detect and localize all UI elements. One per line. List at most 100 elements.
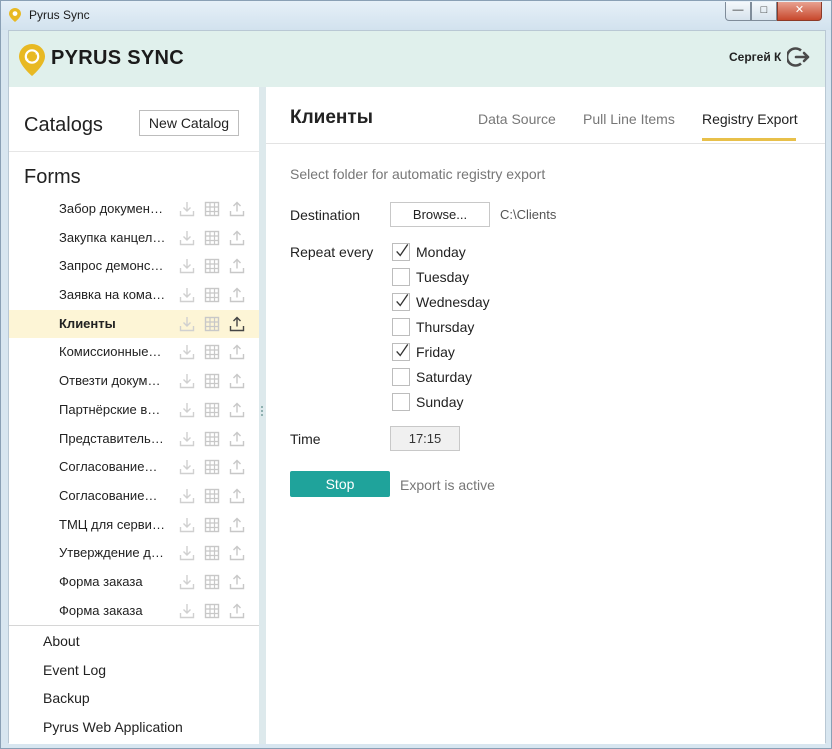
form-item[interactable]: Форма заказа: [9, 597, 259, 626]
sidebar-divider: [9, 151, 259, 152]
table-grid-icon[interactable]: [204, 603, 220, 619]
upload-icon[interactable]: [229, 373, 245, 389]
table-grid-icon[interactable]: [204, 431, 220, 447]
weekday-checkbox[interactable]: [392, 243, 410, 261]
pyrus-web-app-link[interactable]: Pyrus Web Application: [43, 718, 183, 747]
upload-icon[interactable]: [229, 459, 245, 475]
download-icon[interactable]: [179, 316, 195, 332]
weekday-checkbox[interactable]: [392, 343, 410, 361]
table-grid-icon[interactable]: [204, 201, 220, 217]
weekday-label: Sunday: [416, 394, 464, 410]
table-grid-icon[interactable]: [204, 402, 220, 418]
app-header: PYRUS SYNC Сергей К: [9, 31, 825, 87]
download-icon[interactable]: [179, 574, 195, 590]
upload-icon[interactable]: [229, 488, 245, 504]
page-title: Клиенты: [290, 107, 373, 128]
weekday-checkbox[interactable]: [392, 368, 410, 386]
weekday-checkbox[interactable]: [392, 318, 410, 336]
splitter-grip-icon[interactable]: [261, 406, 264, 420]
form-item[interactable]: Забор докумен…: [9, 195, 259, 224]
pyrus-pin-icon: [9, 8, 21, 22]
form-item-label: Отвезти докум…: [59, 373, 161, 389]
weekday-checkbox[interactable]: [392, 393, 410, 411]
form-item-label: Закупка канцел…: [59, 229, 166, 245]
table-grid-icon[interactable]: [204, 517, 220, 533]
form-item[interactable]: Закупка канцел…: [9, 224, 259, 253]
form-item[interactable]: Партнёрские в…: [9, 396, 259, 425]
form-item[interactable]: Отвезти докум…: [9, 367, 259, 396]
form-item[interactable]: Клиенты: [9, 309, 259, 339]
form-item[interactable]: Форма заказа: [9, 568, 259, 597]
new-catalog-button[interactable]: New Catalog: [139, 110, 239, 136]
form-item[interactable]: Представитель…: [9, 425, 259, 454]
logout-icon[interactable]: [787, 46, 811, 68]
browse-button[interactable]: Browse...: [390, 202, 490, 227]
table-grid-icon[interactable]: [204, 545, 220, 561]
tab-data-source[interactable]: Data Source: [478, 111, 556, 127]
destination-label: Destination: [290, 207, 361, 223]
close-button[interactable]: ✕: [777, 2, 822, 21]
maximize-button[interactable]: □: [751, 2, 777, 21]
weekday-checkbox[interactable]: [392, 293, 410, 311]
download-icon[interactable]: [179, 431, 195, 447]
event-log-link[interactable]: Event Log: [43, 661, 183, 690]
download-icon[interactable]: [179, 201, 195, 217]
catalogs-heading: Catalogs: [24, 114, 103, 136]
upload-icon[interactable]: [229, 574, 245, 590]
upload-icon[interactable]: [229, 258, 245, 274]
form-item-label: Клиенты: [59, 315, 116, 331]
upload-icon[interactable]: [229, 344, 245, 360]
upload-icon[interactable]: [229, 603, 245, 619]
upload-icon[interactable]: [229, 545, 245, 561]
form-item[interactable]: Заявка на кома…: [9, 281, 259, 310]
tab-registry-export[interactable]: Registry Export: [702, 111, 798, 127]
download-icon[interactable]: [179, 603, 195, 619]
weekday-checkbox[interactable]: [392, 268, 410, 286]
destination-path: C:\Clients: [500, 207, 557, 222]
upload-icon[interactable]: [229, 230, 245, 246]
tabs-divider: [266, 143, 825, 144]
upload-icon[interactable]: [229, 287, 245, 303]
form-item-label: Комиссионные…: [59, 344, 162, 360]
table-grid-icon[interactable]: [204, 574, 220, 590]
about-link[interactable]: About: [43, 632, 183, 661]
table-grid-icon[interactable]: [204, 373, 220, 389]
minimize-button[interactable]: —: [725, 2, 751, 21]
stop-button[interactable]: Stop: [290, 471, 390, 497]
upload-icon[interactable]: [229, 431, 245, 447]
table-grid-icon[interactable]: [204, 344, 220, 360]
download-icon[interactable]: [179, 517, 195, 533]
app-window: Pyrus Sync — □ ✕ PYRUS SYNC Сергей К Cat…: [0, 0, 832, 749]
upload-icon[interactable]: [229, 402, 245, 418]
download-icon[interactable]: [179, 373, 195, 389]
form-item-label: Утверждение д…: [59, 545, 164, 561]
form-item[interactable]: Согласование…: [9, 482, 259, 511]
download-icon[interactable]: [179, 402, 195, 418]
table-grid-icon[interactable]: [204, 316, 220, 332]
form-item[interactable]: Согласование…: [9, 453, 259, 482]
table-grid-icon[interactable]: [204, 230, 220, 246]
tab-pull-line-items[interactable]: Pull Line Items: [583, 111, 675, 127]
upload-icon[interactable]: [229, 517, 245, 533]
download-icon[interactable]: [179, 258, 195, 274]
download-icon[interactable]: [179, 230, 195, 246]
table-grid-icon[interactable]: [204, 287, 220, 303]
download-icon[interactable]: [179, 287, 195, 303]
table-grid-icon[interactable]: [204, 459, 220, 475]
form-item[interactable]: Запрос демонс…: [9, 252, 259, 281]
form-item[interactable]: ТМЦ для серви…: [9, 511, 259, 540]
user-name: Сергей К: [729, 50, 782, 64]
download-icon[interactable]: [179, 545, 195, 561]
table-grid-icon[interactable]: [204, 258, 220, 274]
download-icon[interactable]: [179, 459, 195, 475]
form-item[interactable]: Комиссионные…: [9, 338, 259, 367]
upload-icon[interactable]: [229, 316, 245, 332]
download-icon[interactable]: [179, 488, 195, 504]
form-item[interactable]: Утверждение д…: [9, 539, 259, 568]
time-field[interactable]: 17:15: [390, 426, 460, 451]
backup-link[interactable]: Backup: [43, 689, 183, 718]
download-icon[interactable]: [179, 344, 195, 360]
upload-icon[interactable]: [229, 201, 245, 217]
table-grid-icon[interactable]: [204, 488, 220, 504]
weekday-label: Saturday: [416, 369, 473, 385]
